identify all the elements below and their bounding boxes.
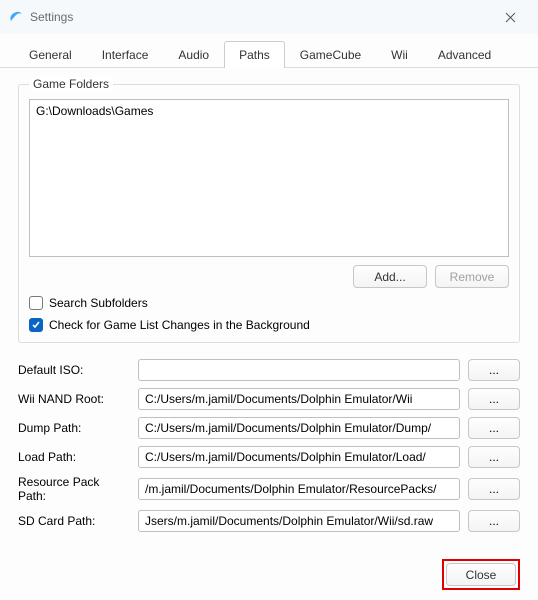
tab-gamecube[interactable]: GameCube: [285, 41, 376, 68]
resource-pack-browse-button[interactable]: ...: [468, 478, 520, 500]
default-iso-label: Default ISO:: [18, 363, 130, 377]
tab-paths[interactable]: Paths: [224, 41, 285, 68]
titlebar: Settings: [0, 0, 538, 34]
sd-card-browse-button[interactable]: ...: [468, 510, 520, 532]
wii-nand-browse-button[interactable]: ...: [468, 388, 520, 410]
default-iso-browse-button[interactable]: ...: [468, 359, 520, 381]
add-folder-button[interactable]: Add...: [353, 265, 427, 288]
dialog-footer: Close: [0, 549, 538, 600]
check-label: Check for Game List Changes in the Backg…: [49, 318, 310, 332]
default-iso-input[interactable]: [138, 359, 460, 381]
resource-pack-label: Resource Pack Path:: [18, 475, 130, 503]
check-label: Search Subfolders: [49, 296, 148, 310]
close-button[interactable]: Close: [446, 563, 516, 586]
resource-pack-input[interactable]: [138, 478, 460, 500]
game-folders-group: Game Folders G:\Downloads\Games Add... R…: [18, 84, 520, 343]
tab-advanced[interactable]: Advanced: [423, 41, 506, 68]
sd-card-input[interactable]: [138, 510, 460, 532]
paths-panel: Game Folders G:\Downloads\Games Add... R…: [0, 68, 538, 549]
checkbox-icon: [29, 318, 43, 332]
dump-path-label: Dump Path:: [18, 421, 130, 435]
remove-folder-button[interactable]: Remove: [435, 265, 509, 288]
paths-grid: Default ISO: ... Wii NAND Root: ... Dump…: [18, 359, 520, 532]
app-icon: [8, 9, 24, 25]
checkbox-icon: [29, 296, 43, 310]
dump-path-input[interactable]: [138, 417, 460, 439]
load-path-input[interactable]: [138, 446, 460, 468]
window-title: Settings: [30, 10, 73, 24]
tab-general[interactable]: General: [14, 41, 87, 68]
tab-wii[interactable]: Wii: [376, 41, 423, 68]
close-button-highlight: Close: [442, 559, 520, 590]
close-icon: [505, 12, 516, 23]
sd-card-label: SD Card Path:: [18, 514, 130, 528]
list-item[interactable]: G:\Downloads\Games: [36, 104, 502, 118]
game-folders-legend: Game Folders: [29, 77, 113, 91]
load-path-browse-button[interactable]: ...: [468, 446, 520, 468]
wii-nand-label: Wii NAND Root:: [18, 392, 130, 406]
tabs-bar: General Interface Audio Paths GameCube W…: [0, 34, 538, 68]
wii-nand-input[interactable]: [138, 388, 460, 410]
search-subfolders-check[interactable]: Search Subfolders: [29, 296, 509, 310]
tab-audio[interactable]: Audio: [163, 41, 224, 68]
load-path-label: Load Path:: [18, 450, 130, 464]
window-close-button[interactable]: [490, 2, 530, 32]
dump-path-browse-button[interactable]: ...: [468, 417, 520, 439]
tab-interface[interactable]: Interface: [87, 41, 164, 68]
game-folders-list[interactable]: G:\Downloads\Games: [29, 99, 509, 257]
background-gamelist-check[interactable]: Check for Game List Changes in the Backg…: [29, 318, 509, 332]
